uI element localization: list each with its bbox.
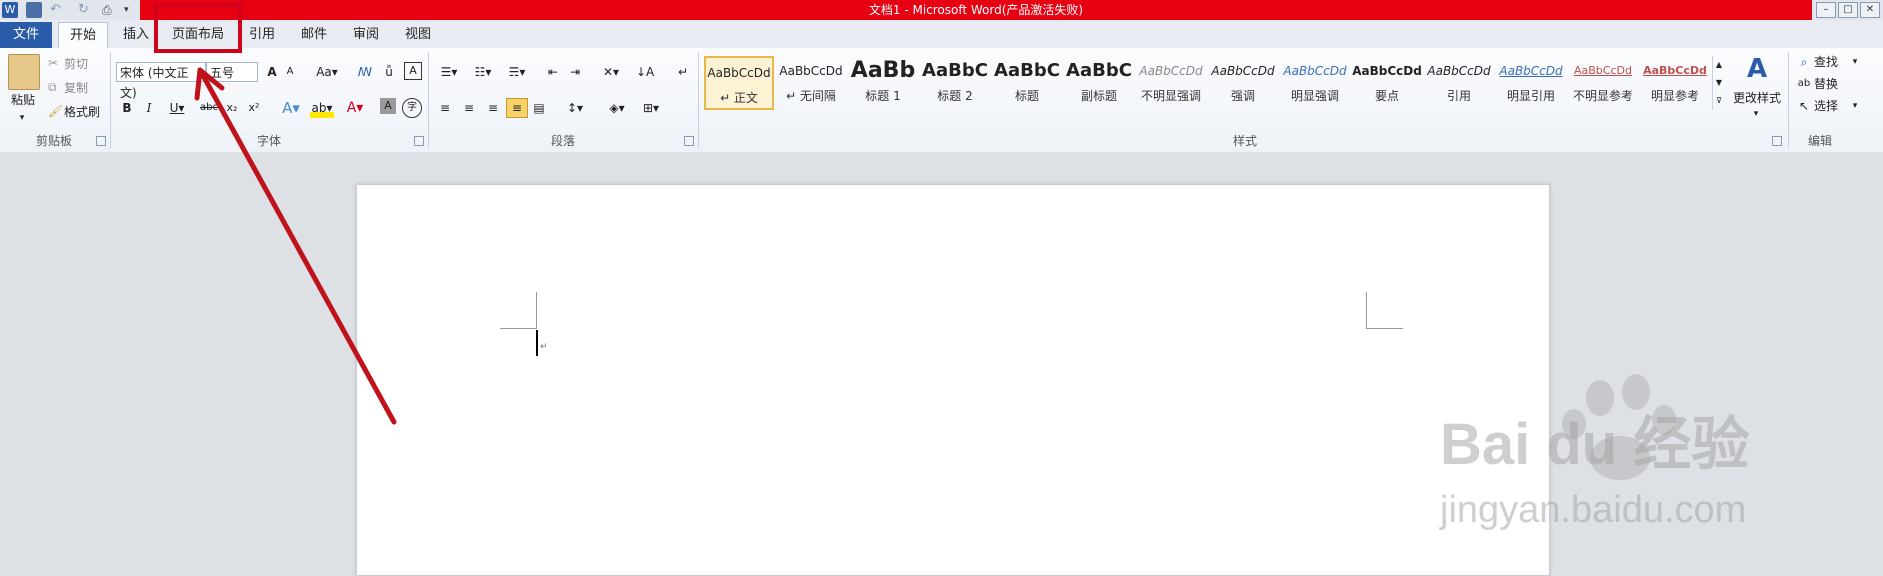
- annotation-arrow: [194, 67, 397, 425]
